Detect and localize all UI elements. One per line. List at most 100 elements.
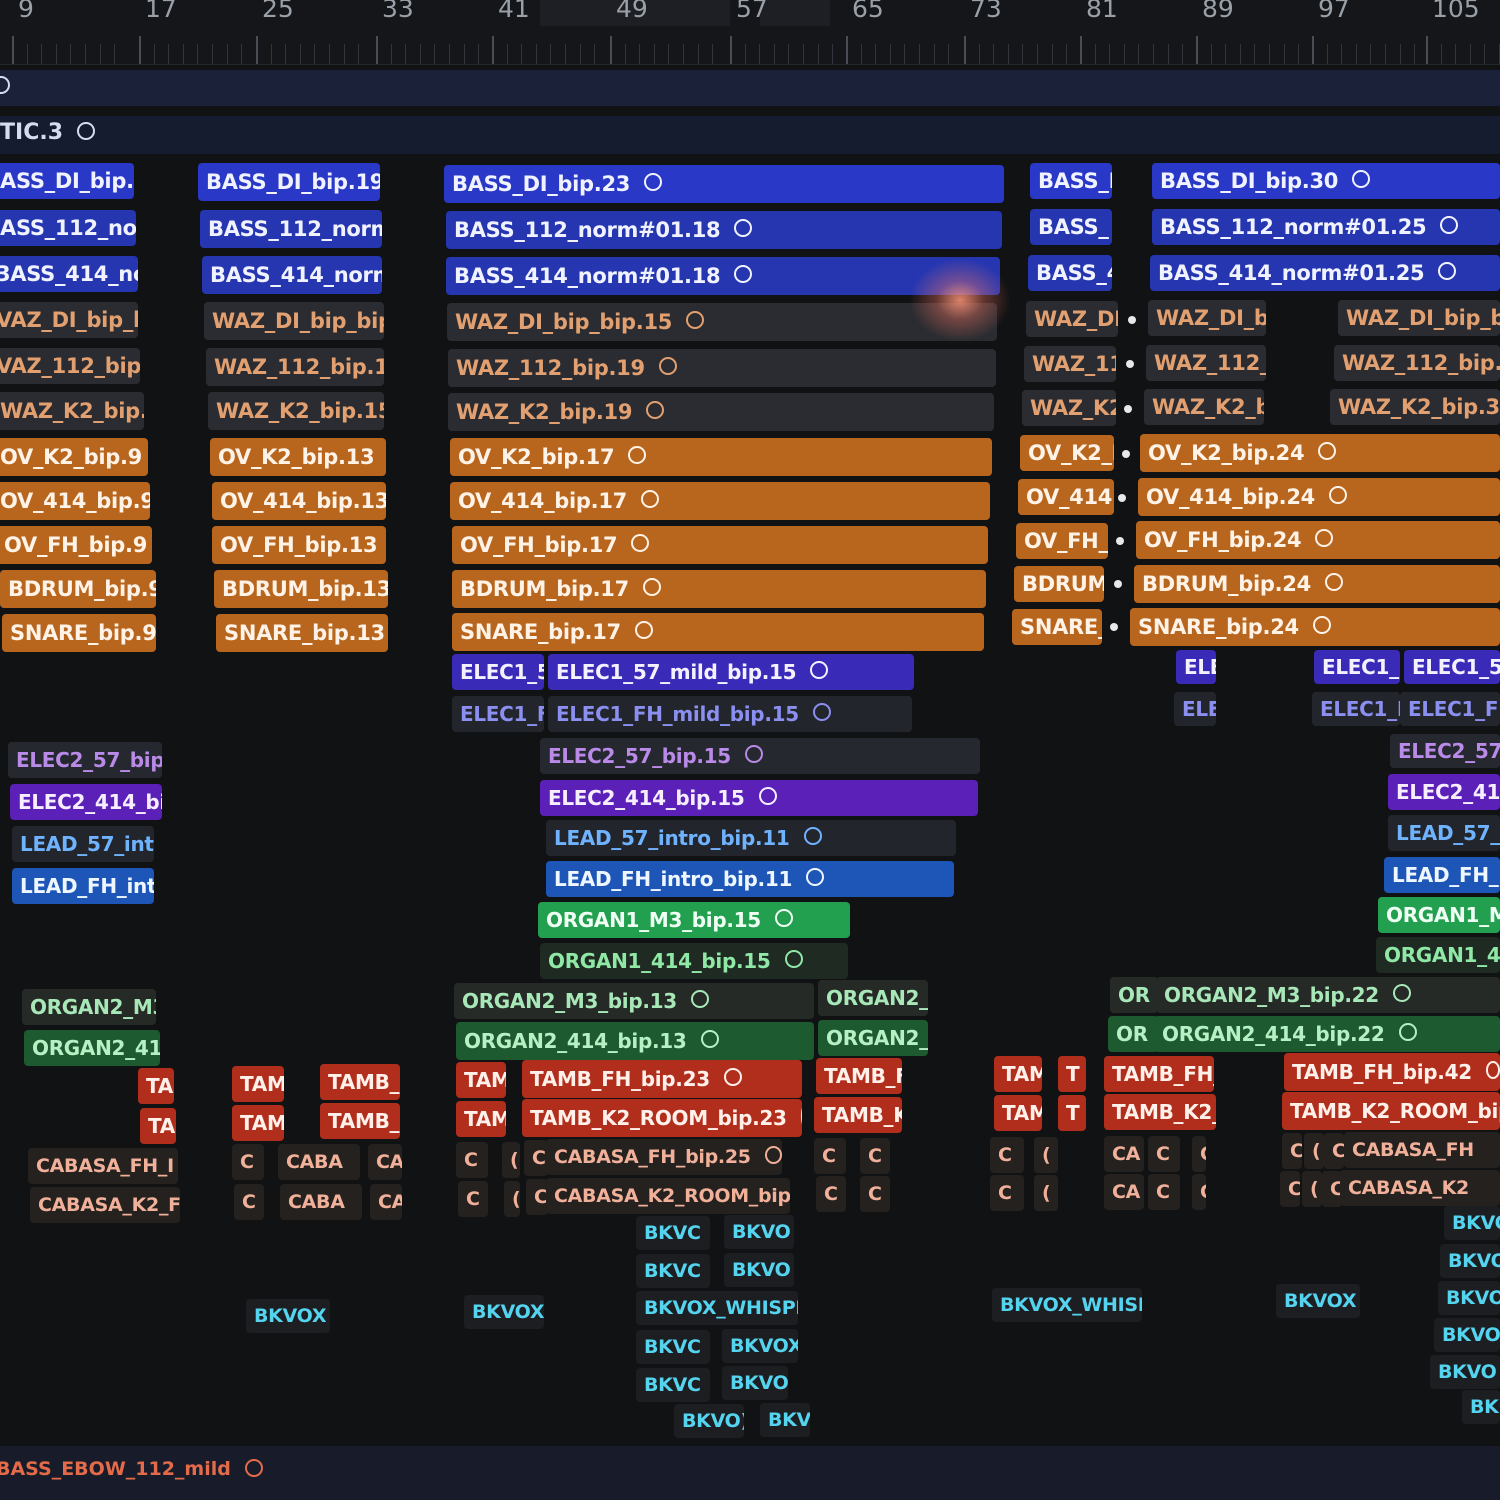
audio-clip[interactable]: C — [526, 1179, 548, 1215]
clip-loop-icon[interactable] — [1392, 984, 1411, 1002]
clip-loop-icon[interactable] — [642, 578, 661, 596]
audio-clip[interactable]: OR — [1108, 1016, 1158, 1052]
audio-clip[interactable]: BKVOX_WHISPE — [636, 1291, 798, 1325]
audio-clip[interactable]: ASS_112_nor — [0, 210, 136, 246]
audio-clip[interactable]: BKVO — [724, 1215, 794, 1249]
audio-clip[interactable]: BKVO — [1434, 1318, 1500, 1352]
audio-clip[interactable]: OV_414 — [1018, 479, 1114, 515]
audio-clip[interactable]: TAMB_FH_bip.42 — [1284, 1053, 1500, 1091]
audio-clip[interactable]: TAM — [232, 1105, 284, 1141]
audio-clip[interactable]: ASS_DI_bip.1 — [0, 163, 134, 199]
audio-clip[interactable]: ( — [1304, 1133, 1324, 1169]
audio-clip[interactable]: BASS_414_norm#01.25 — [1150, 255, 1500, 291]
audio-clip[interactable]: OV_K2_I — [1020, 435, 1114, 471]
audio-clip[interactable]: WAZ_DI_bip_bip — [1338, 300, 1500, 336]
audio-clip[interactable]: ELEC1_5 — [452, 654, 544, 690]
audio-clip[interactable]: CABASA_K2_F — [30, 1187, 180, 1223]
audio-clip[interactable]: BKVOX — [1276, 1284, 1360, 1318]
audio-clip[interactable]: BASS_4 — [1028, 255, 1112, 291]
clip-loop-icon[interactable] — [1324, 573, 1343, 591]
audio-clip[interactable]: 3ASS_414_nor — [0, 256, 138, 292]
clip-loop-icon[interactable] — [1485, 1061, 1500, 1079]
audio-clip[interactable]: TAMB_ — [320, 1064, 400, 1100]
clip-loop-icon[interactable] — [646, 401, 665, 419]
audio-clip[interactable]: TAMB_K — [814, 1097, 902, 1133]
audio-clip[interactable]: OV_K2_bip.24 — [1140, 434, 1500, 472]
audio-clip[interactable]: C — [860, 1138, 890, 1174]
audio-clip[interactable]: WAZ_K2_bip.31 — [1330, 389, 1500, 425]
audio-clip[interactable]: TA — [140, 1108, 176, 1144]
clip-options-icon[interactable] — [77, 122, 96, 140]
audio-clip[interactable]: VAZ_112_bip. — [0, 348, 140, 384]
audio-clip[interactable]: BKVOX — [464, 1295, 544, 1329]
audio-clip[interactable]: WAZ_K2_b — [1144, 389, 1264, 425]
audio-clip[interactable]: SNARE_bip.13 — [216, 614, 388, 652]
audio-clip[interactable]: C — [458, 1181, 488, 1217]
audio-clip[interactable]: C — [816, 1176, 846, 1212]
audio-clip[interactable]: CABASA_K2 — [1340, 1170, 1500, 1206]
clip-loop-icon[interactable] — [1398, 1023, 1417, 1041]
audio-clip[interactable]: BKVO — [1440, 1244, 1500, 1278]
clip-loop-icon[interactable] — [784, 950, 803, 968]
audio-clip[interactable]: C — [1282, 1133, 1302, 1169]
audio-clip[interactable]: BKVO — [722, 1366, 788, 1400]
audio-clip[interactable]: WAZ_K2 — [1022, 390, 1116, 426]
audio-clip[interactable]: CABASA_K2_ROOM_bip. — [546, 1178, 790, 1214]
clip-loop-icon[interactable] — [764, 1146, 782, 1164]
audio-clip[interactable]: OV_FH_bip.9 — [0, 526, 152, 564]
audio-clip[interactable]: WAZ_K2_bip.1 — [0, 392, 144, 430]
audio-clip[interactable]: ELEC1_57 — [1404, 650, 1500, 684]
audio-clip[interactable]: ELEC1_! — [1314, 650, 1400, 684]
audio-clip[interactable]: ELEC1_F — [452, 696, 544, 732]
audio-clip[interactable]: BASS_DI_bip.23 — [444, 165, 1004, 203]
audio-clip[interactable]: BASS_414_norm — [202, 256, 382, 294]
audio-clip[interactable]: OV_414_bip.13 — [212, 482, 386, 520]
audio-clip[interactable]: SNARE_ — [1012, 609, 1102, 645]
audio-clip[interactable]: CABA — [278, 1144, 360, 1180]
audio-clip[interactable]: ELEC2_414_bip.15 — [540, 780, 978, 816]
audio-clip[interactable]: BDRUM_bip.13 — [214, 570, 388, 608]
audio-clip[interactable]: OR — [1110, 977, 1158, 1013]
audio-clip[interactable]: BASS_112_norm#01.25 — [1152, 209, 1500, 245]
audio-clip[interactable]: ORGAN2_414_bip.22 — [1154, 1016, 1500, 1052]
audio-clip[interactable]: C — [232, 1144, 264, 1180]
audio-clip[interactable]: C — [814, 1138, 846, 1174]
audio-clip[interactable]: C — [1192, 1136, 1206, 1172]
audio-clip[interactable]: WAZ_112_bip.19 — [448, 349, 996, 387]
audio-clip[interactable]: ELEC2_57_bip.15 — [540, 738, 980, 774]
audio-clip[interactable]: BKVOX — [246, 1299, 330, 1333]
audio-clip[interactable]: TAMB_K2_ — [1104, 1094, 1216, 1130]
audio-clip[interactable]: ELEC2_414_bi — [10, 784, 162, 820]
clip-loop-icon[interactable] — [734, 265, 753, 283]
audio-clip[interactable]: WAZ_112_bip.15 — [206, 348, 384, 386]
audio-clip[interactable]: LEAD_57_intr — [12, 826, 154, 862]
audio-clip[interactable]: ELE — [1174, 692, 1216, 726]
audio-clip[interactable]: WAZ_K2_bip.15 — [208, 392, 384, 430]
audio-clip[interactable]: ELEC1_57_mild_bip.15 — [548, 654, 914, 690]
audio-clip[interactable]: ELEC1_FH — [1400, 692, 1500, 726]
audio-clip[interactable]: TA — [138, 1068, 174, 1104]
clip-loop-icon[interactable] — [690, 990, 709, 1008]
audio-clip[interactable]: CABA — [280, 1184, 362, 1220]
audio-clip[interactable]: BKVOX_WHISP — [992, 1288, 1142, 1322]
audio-clip[interactable]: C — [1192, 1174, 1206, 1210]
audio-clip[interactable]: BASS_414_norm#01.18 — [446, 257, 1000, 295]
audio-clip[interactable]: SNARE_bip.9 — [2, 614, 156, 652]
audio-clip[interactable]: ORGAN1_M3 — [1378, 897, 1500, 933]
audio-clip[interactable]: OV_K2_bip.17 — [450, 438, 992, 476]
clip-loop-icon[interactable] — [800, 1107, 802, 1125]
audio-clip[interactable]: VAZ_DI_bip_b — [0, 302, 138, 338]
audio-clip[interactable]: ORGAN2_414 — [24, 1030, 160, 1066]
audio-clip[interactable]: ELEC2_57_bip — [8, 742, 162, 778]
audio-clip[interactable]: ( — [1302, 1171, 1322, 1207]
clip-loop-icon[interactable] — [634, 621, 653, 639]
clip-loop-icon[interactable] — [640, 490, 659, 508]
audio-clip[interactable]: T — [1058, 1056, 1086, 1092]
audio-clip[interactable]: ELE — [1176, 650, 1216, 684]
audio-clip[interactable]: ORGAN1_414 — [1376, 937, 1500, 973]
clip-loop-icon[interactable] — [658, 357, 677, 375]
audio-clip[interactable]: ORGAN2_M3 — [22, 989, 156, 1025]
audio-clip[interactable]: OV_414_bip.24 — [1138, 478, 1500, 516]
audio-clip[interactable]: BASS_112_norm#01.18 — [446, 211, 1002, 249]
audio-clip[interactable]: SNARE_bip.24 — [1130, 608, 1500, 646]
